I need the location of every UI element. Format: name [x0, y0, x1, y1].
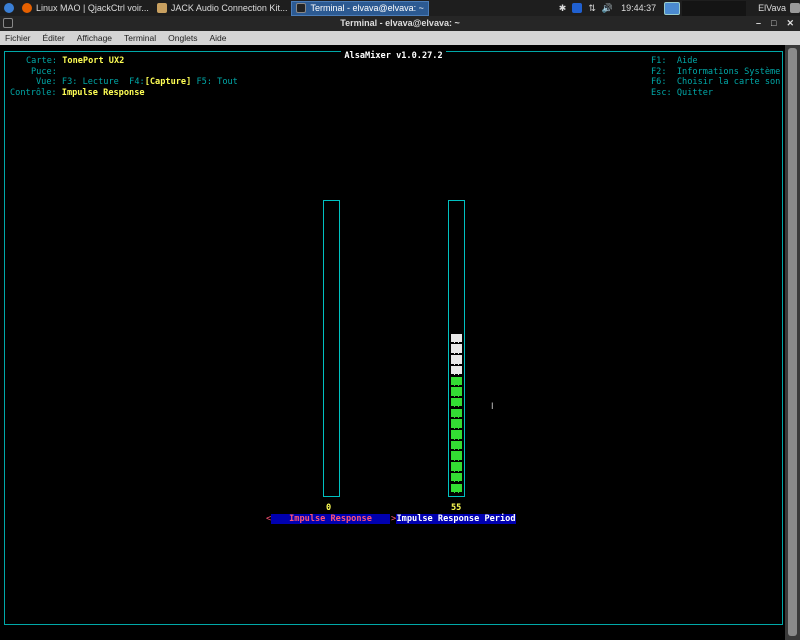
view-capture[interactable]: [Capture]	[145, 77, 192, 87]
close-button[interactable]: ✕	[786, 16, 794, 31]
control-label: Contrôle:	[10, 88, 57, 99]
menu-terminal[interactable]: Terminal	[124, 33, 156, 43]
app-menu-button[interactable]	[0, 1, 18, 16]
level-segment	[451, 483, 462, 493]
level-segment	[451, 397, 462, 408]
user-icon[interactable]	[790, 3, 800, 13]
help-esc: Esc: Quitter	[651, 88, 714, 99]
bluetooth-icon[interactable]: ✱	[559, 3, 567, 14]
level-segment	[451, 376, 462, 386]
text-cursor-icon: I	[491, 402, 494, 412]
level-segment	[451, 430, 462, 440]
card-value: TonePort UX2	[62, 56, 125, 66]
level-segment	[451, 355, 462, 365]
firefox-icon	[22, 3, 32, 13]
level-segment	[451, 344, 462, 354]
control-value: Impulse Response	[61, 88, 145, 99]
workspace-switcher[interactable]	[682, 0, 747, 16]
jack-icon	[156, 3, 167, 13]
card-label: Carte:	[26, 56, 58, 66]
value-impulse-response-period: 55	[451, 503, 462, 513]
view-label: Vue:	[36, 77, 57, 88]
menu-fichier[interactable]: Fichier	[5, 33, 31, 43]
clock[interactable]: 19:44:37	[621, 3, 656, 13]
task-firefox[interactable]: Linux MAO | QjackCtrl voir...	[18, 1, 153, 16]
menubar: Fichier Éditer Affichage Terminal Onglet…	[0, 31, 800, 45]
workspace-1[interactable]	[664, 1, 681, 15]
task-terminal[interactable]: Terminal - elvava@elvava: ~	[291, 0, 429, 16]
value-impulse-response: 0	[326, 503, 332, 513]
volume-bar-impulse-response[interactable]	[323, 200, 340, 497]
level-segment	[451, 419, 462, 429]
volume-bar-impulse-response-period[interactable]	[448, 200, 465, 497]
alsamixer-frame: AlsaMixer v1.0.27.2	[4, 51, 783, 625]
jack-tray-icon[interactable]	[572, 3, 583, 13]
level-segment	[451, 333, 462, 344]
level-segment	[451, 365, 462, 376]
menu-onglets[interactable]: Onglets	[168, 33, 197, 43]
task-label: JACK Audio Connection Kit...	[170, 3, 288, 13]
minimize-button[interactable]: –	[756, 16, 761, 31]
level-segment	[451, 408, 462, 419]
menu-editer[interactable]: Éditer	[43, 33, 65, 43]
level-segment	[451, 440, 462, 451]
level-segment	[451, 472, 462, 483]
terminal-scrollbar[interactable]	[785, 45, 800, 640]
window-title: Terminal - elvava@elvava: ~	[340, 18, 460, 28]
taskbar: Linux MAO | QjackCtrl voir... JACK Audio…	[0, 0, 800, 16]
terminal-area[interactable]: AlsaMixer v1.0.27.2 Carte: TonePort UX2 …	[0, 45, 785, 640]
level-segment	[451, 451, 462, 461]
menu-affichage[interactable]: Affichage	[77, 33, 112, 43]
control-name-impulse-response[interactable]: Impulse Response	[271, 514, 390, 524]
scrollbar-thumb[interactable]	[788, 48, 797, 636]
volume-icon[interactable]: 🔊	[602, 3, 613, 14]
window-titlebar[interactable]: Terminal - elvava@elvava: ~ – □ ✕	[0, 16, 800, 31]
network-icon[interactable]: ⇅	[588, 3, 596, 14]
task-jack[interactable]: JACK Audio Connection Kit...	[153, 1, 292, 16]
xfce-menu-icon	[4, 3, 14, 13]
task-label: Terminal - elvava@elvava: ~	[310, 3, 424, 13]
help-f6: F6: Choisir la carte son	[651, 77, 781, 88]
help-f2: F2: Informations Système	[651, 66, 781, 77]
menu-aide[interactable]: Aide	[209, 33, 226, 43]
level-segment	[451, 387, 462, 397]
level-segment	[451, 462, 462, 472]
user-label[interactable]: ElVava	[758, 3, 786, 13]
terminal-icon	[3, 18, 13, 28]
help-f1: F1: Aide	[651, 56, 698, 66]
control-name-impulse-response-period[interactable]: Impulse Response Period	[396, 514, 516, 524]
chip-label: Puce:	[31, 66, 57, 77]
view-capture-key: F4:	[129, 77, 145, 88]
alsamixer-title: AlsaMixer v1.0.27.2	[341, 51, 446, 61]
view-playback[interactable]: F3: Lecture	[62, 77, 119, 87]
maximize-button[interactable]: □	[771, 16, 776, 31]
terminal-icon	[296, 3, 307, 13]
view-all[interactable]: F5: Tout	[196, 77, 237, 87]
task-label: Linux MAO | QjackCtrl voir...	[36, 3, 149, 13]
